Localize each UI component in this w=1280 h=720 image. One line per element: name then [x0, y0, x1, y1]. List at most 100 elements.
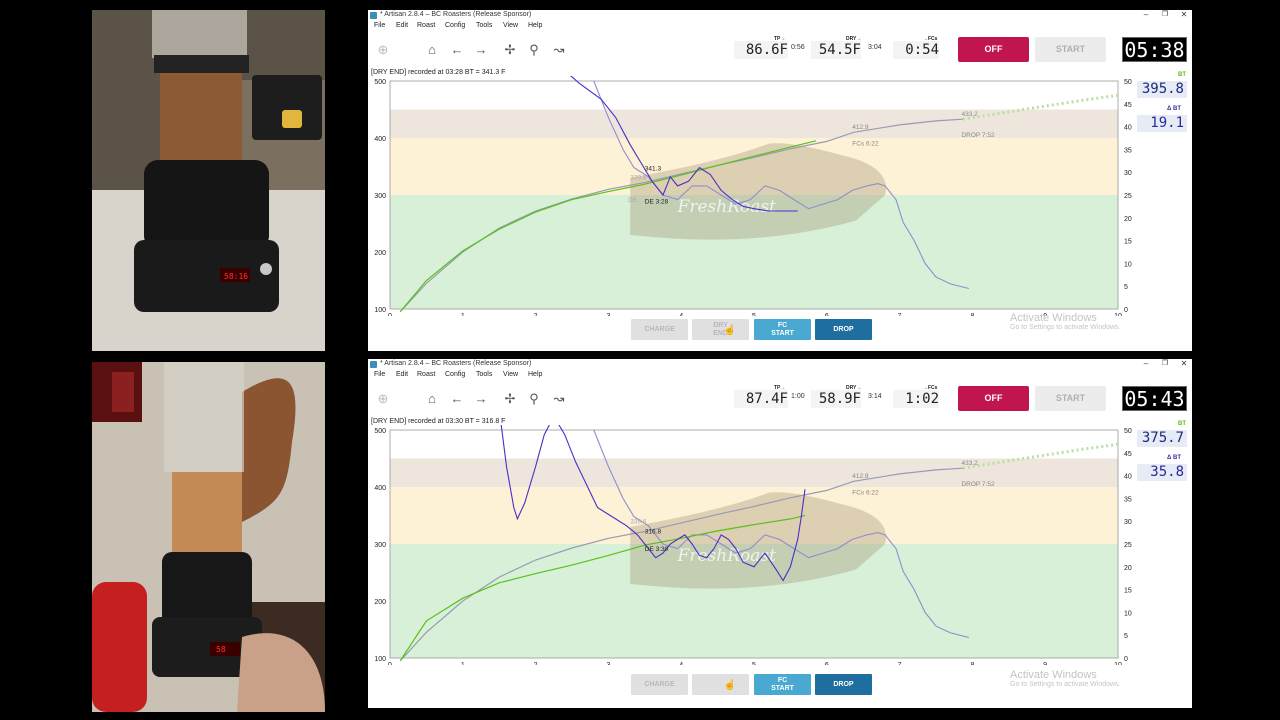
phase-band-finish — [390, 458, 1118, 487]
y-right-tick-label: 0 — [1124, 656, 1128, 663]
annotation-bg-drop-temp: 433.2 — [961, 460, 978, 467]
fcs-value: 1:02 — [893, 390, 939, 408]
pan-icon[interactable]: ✢ — [502, 391, 518, 407]
zoom-icon[interactable]: ⚲ — [526, 42, 542, 58]
activate-windows-subtitle: Go to Settings to activate Windows. — [1010, 324, 1121, 331]
menu-view[interactable]: View — [503, 22, 518, 29]
menu-help[interactable]: Help — [528, 371, 542, 378]
close-icon[interactable]: ✕ — [1177, 10, 1191, 19]
y-right-tick-label: 5 — [1124, 284, 1128, 291]
y-left-tick-label: 500 — [374, 79, 386, 86]
roaster-photo-top: 58:16 — [92, 10, 325, 351]
roaster-photo-bottom-image — [92, 362, 325, 712]
minimize-icon[interactable]: – — [1139, 10, 1153, 19]
chart-icon[interactable]: ↝ — [551, 42, 567, 58]
forward-icon[interactable]: → — [473, 42, 489, 58]
window-title: * Artisan 2.8.4 – BC Roasters (Release S… — [380, 360, 532, 367]
y-right-tick-label: 30 — [1124, 519, 1132, 526]
restore-icon[interactable]: ❐ — [1158, 359, 1172, 367]
x-tick-label: 2 — [534, 313, 538, 316]
y-right-tick-label: 15 — [1124, 588, 1132, 595]
y-left-tick-label: 300 — [374, 193, 386, 200]
dry-end-button[interactable] — [692, 674, 749, 695]
charge-button[interactable]: CHARGE — [631, 319, 688, 340]
cursor-icon: ☝ — [723, 680, 737, 691]
home-icon[interactable]: ⌂ — [424, 42, 440, 58]
menu-file[interactable]: File — [374, 371, 385, 378]
menu-view[interactable]: View — [503, 371, 518, 378]
tp-value: 86.6F — [734, 41, 788, 59]
freshroast-logo-text: FreshRoast — [677, 546, 777, 566]
artisan-window-bottom: * Artisan 2.8.4 – BC Roasters (Release S… — [368, 359, 1192, 708]
restore-icon[interactable]: ❐ — [1158, 10, 1172, 18]
photo-top-display: 58:16 — [224, 272, 249, 281]
artisan-app-icon — [370, 361, 377, 368]
minimize-icon[interactable]: – — [1139, 359, 1153, 368]
annotation-bg-dry-temp: 339.6 — [630, 175, 647, 182]
menu-file[interactable]: File — [374, 22, 385, 29]
back-icon[interactable]: ← — [449, 391, 465, 407]
pan-icon[interactable]: ✢ — [502, 42, 518, 58]
phase-band-finish — [390, 109, 1118, 138]
close-icon[interactable]: ✕ — [1177, 359, 1191, 368]
phase-band-top — [390, 81, 1118, 110]
x-tick-label: 0 — [388, 662, 392, 665]
roast-chart: FreshRoast 100 200 300 400 500 0 5 10 15 20 25 30 35 4… — [368, 76, 1192, 316]
menu-edit[interactable]: Edit — [396, 22, 408, 29]
menu-edit[interactable]: Edit — [396, 371, 408, 378]
off-button[interactable]: OFF — [958, 37, 1029, 62]
y-left-tick-label: 200 — [374, 599, 386, 606]
menu-help[interactable]: Help — [528, 22, 542, 29]
menu-roast[interactable]: Roast — [417, 371, 435, 378]
menu-config[interactable]: Config — [445, 22, 465, 29]
y-right-tick-label: 40 — [1124, 474, 1132, 481]
y-left-tick-label: 100 — [374, 656, 386, 663]
annotation-bg-dry-temp: 339.6 — [630, 518, 647, 525]
menu-tools[interactable]: Tools — [476, 371, 492, 378]
chart-icon[interactable]: ↝ — [551, 391, 567, 407]
activate-windows-title: Activate Windows — [1010, 669, 1097, 681]
y-left-tick-label: 300 — [374, 542, 386, 549]
y-right-tick-label: 20 — [1124, 565, 1132, 572]
dry-end-button[interactable]: DRY END — [692, 319, 749, 340]
charge-button[interactable]: CHARGE — [631, 674, 688, 695]
forward-icon[interactable]: → — [473, 391, 489, 407]
dry-time: 3:14 — [868, 393, 882, 400]
drop-button[interactable]: DROP — [815, 319, 872, 340]
fc-start-label-2: START — [771, 330, 794, 337]
back-icon[interactable]: ← — [449, 42, 465, 58]
phase-band-top — [390, 430, 1118, 459]
start-button[interactable]: START — [1035, 386, 1106, 411]
y-right-tick-label: 50 — [1124, 79, 1132, 86]
y-right-tick-label: 50 — [1124, 428, 1132, 435]
menu-tools[interactable]: Tools — [476, 22, 492, 29]
add-icon[interactable]: ⊕ — [375, 391, 391, 407]
annotation-dry-end-temp: 316.8 — [645, 529, 662, 536]
zoom-icon[interactable]: ⚲ — [526, 391, 542, 407]
annotation-dry-end-temp: 341.3 — [645, 165, 662, 172]
x-tick-label: 0 — [388, 313, 392, 316]
fc-start-button[interactable]: FC START — [754, 674, 811, 695]
menu-roast[interactable]: Roast — [417, 22, 435, 29]
delta-bt-label: Δ BT — [1167, 106, 1181, 112]
home-icon[interactable]: ⌂ — [424, 391, 440, 407]
bt-label: BT — [1178, 72, 1186, 78]
start-button[interactable]: START — [1035, 37, 1106, 62]
artisan-app-icon — [370, 12, 377, 19]
title-bar: * Artisan 2.8.4 – BC Roasters (Release S… — [368, 10, 1192, 21]
cursor-icon: ☝ — [723, 325, 737, 336]
x-tick-label: 5 — [752, 662, 756, 665]
drop-button[interactable]: DROP — [815, 674, 872, 695]
menu-config[interactable]: Config — [445, 371, 465, 378]
x-tick-label: 5 — [752, 313, 756, 316]
roast-timer: 05:38 — [1122, 37, 1187, 62]
dry-value: 58.9F — [811, 390, 861, 408]
off-button[interactable]: OFF — [958, 386, 1029, 411]
annotation-bg-fc-temp: 412.9 — [852, 124, 869, 131]
annotation-bg-fc-time: FCs 6:22 — [852, 140, 879, 147]
y-left-tick-label: 400 — [374, 136, 386, 143]
delta-bt-value: 19.1 — [1137, 115, 1187, 132]
add-icon[interactable]: ⊕ — [375, 42, 391, 58]
x-tick-label: 7 — [898, 313, 902, 316]
fc-start-button[interactable]: FC START — [754, 319, 811, 340]
